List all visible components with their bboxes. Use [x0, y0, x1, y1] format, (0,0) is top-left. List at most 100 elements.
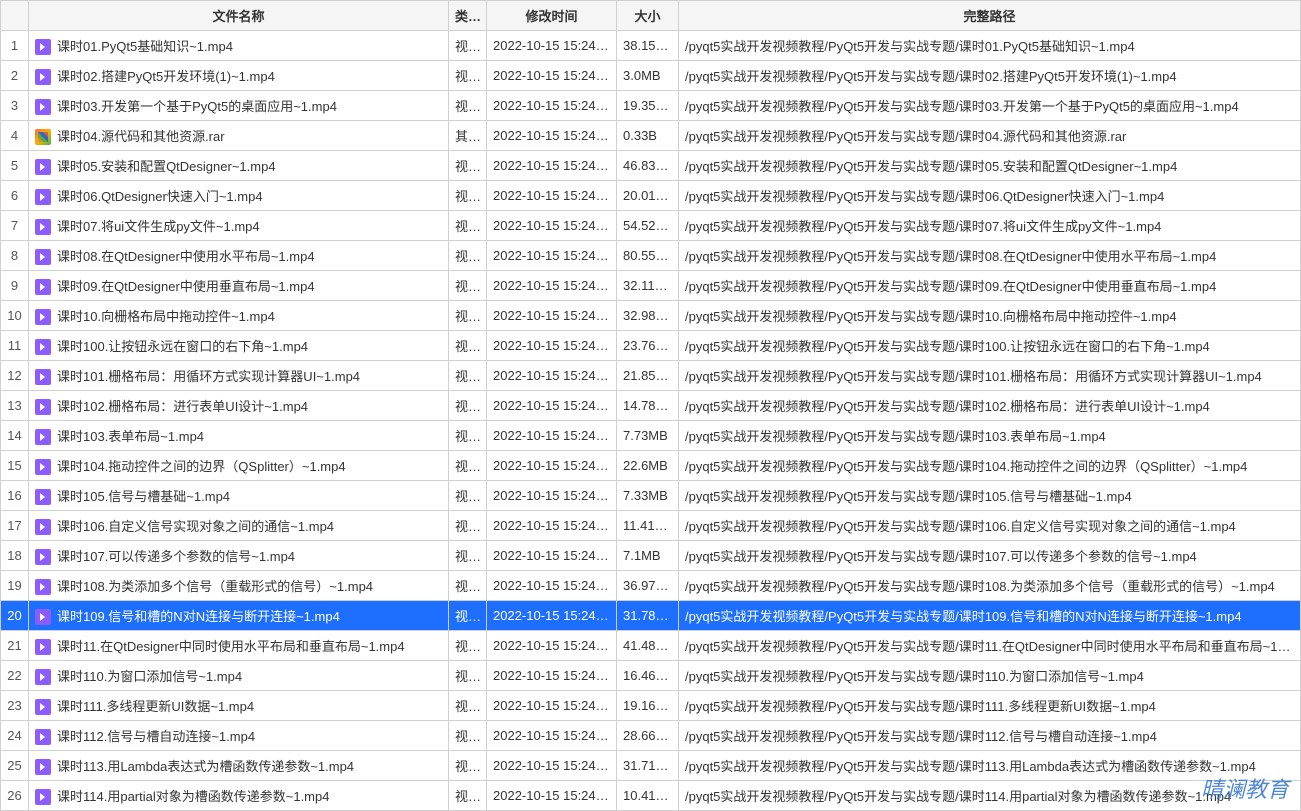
table-row[interactable]: 22课时110.为窗口添加信号~1.mp4视频2022-10-15 15:24:…	[1, 661, 1301, 691]
file-name-cell[interactable]: 课时06.QtDesigner快速入门~1.mp4	[29, 181, 449, 211]
table-row[interactable]: 24课时112.信号与槽自动连接~1.mp4视频2022-10-15 15:24…	[1, 721, 1301, 751]
row-number-header[interactable]	[1, 1, 29, 31]
table-row[interactable]: 4课时04.源代码和其他资源.rar其他2022-10-15 15:24:510…	[1, 121, 1301, 151]
table-row[interactable]: 6课时06.QtDesigner快速入门~1.mp4视频2022-10-15 1…	[1, 181, 1301, 211]
file-mtime: 2022-10-15 15:24:50	[487, 361, 617, 391]
file-size: 0.33B	[617, 121, 679, 151]
file-name-cell[interactable]: 课时03.开发第一个基于PyQt5的桌面应用~1.mp4	[29, 91, 449, 121]
file-name-cell[interactable]: 课时113.用Lambda表达式为槽函数传递参数~1.mp4	[29, 751, 449, 781]
file-name-cell[interactable]: 课时11.在QtDesigner中同时使用水平布局和垂直布局~1.mp4	[29, 631, 449, 661]
file-type: 视频	[449, 751, 487, 781]
file-mtime: 2022-10-15 15:24:50	[487, 61, 617, 91]
column-header-name[interactable]: 文件名称	[29, 1, 449, 31]
file-path: /pyqt5实战开发视频教程/PyQt5开发与实战专题/课时112.信号与槽自动…	[679, 721, 1301, 751]
video-file-icon	[35, 189, 51, 205]
row-number: 23	[1, 691, 29, 721]
table-row[interactable]: 18课时107.可以传递多个参数的信号~1.mp4视频2022-10-15 15…	[1, 541, 1301, 571]
table-row[interactable]: 3课时03.开发第一个基于PyQt5的桌面应用~1.mp4视频2022-10-1…	[1, 91, 1301, 121]
file-name-cell[interactable]: 课时114.用partial对象为槽函数传递参数~1.mp4	[29, 781, 449, 811]
file-name-cell[interactable]: 课时106.自定义信号实现对象之间的通信~1.mp4	[29, 511, 449, 541]
file-name-label: 课时05.安装和配置QtDesigner~1.mp4	[57, 159, 276, 174]
file-type: 视频	[449, 721, 487, 751]
file-mtime: 2022-10-15 15:24:50	[487, 391, 617, 421]
table-row[interactable]: 21课时11.在QtDesigner中同时使用水平布局和垂直布局~1.mp4视频…	[1, 631, 1301, 661]
file-name-cell[interactable]: 课时02.搭建PyQt5开发环境(1)~1.mp4	[29, 61, 449, 91]
table-header-row: 文件名称 类型 修改时间 大小 完整路径	[1, 1, 1301, 31]
table-row[interactable]: 12课时101.栅格布局：用循环方式实现计算器UI~1.mp4视频2022-10…	[1, 361, 1301, 391]
file-name-label: 课时103.表单布局~1.mp4	[57, 429, 204, 444]
table-row[interactable]: 15课时104.拖动控件之间的边界（QSplitter）~1.mp4视频2022…	[1, 451, 1301, 481]
file-size: 16.46MB	[617, 661, 679, 691]
row-number: 11	[1, 331, 29, 361]
file-type: 视频	[449, 241, 487, 271]
file-mtime: 2022-10-15 15:24:51	[487, 781, 617, 811]
file-name-cell[interactable]: 课时111.多线程更新UI数据~1.mp4	[29, 691, 449, 721]
table-row[interactable]: 25课时113.用Lambda表达式为槽函数传递参数~1.mp4视频2022-1…	[1, 751, 1301, 781]
file-path: /pyqt5实战开发视频教程/PyQt5开发与实战专题/课时104.拖动控件之间…	[679, 451, 1301, 481]
file-name-cell[interactable]: 课时100.让按钮永远在窗口的右下角~1.mp4	[29, 331, 449, 361]
file-name-cell[interactable]: 课时102.栅格布局：进行表单UI设计~1.mp4	[29, 391, 449, 421]
file-name-cell[interactable]: 课时103.表单布局~1.mp4	[29, 421, 449, 451]
file-type: 视频	[449, 691, 487, 721]
column-header-mtime[interactable]: 修改时间	[487, 1, 617, 31]
file-name-cell[interactable]: 课时112.信号与槽自动连接~1.mp4	[29, 721, 449, 751]
video-file-icon	[35, 99, 51, 115]
file-size: 14.78MB	[617, 391, 679, 421]
file-name-cell[interactable]: 课时05.安装和配置QtDesigner~1.mp4	[29, 151, 449, 181]
file-path: /pyqt5实战开发视频教程/PyQt5开发与实战专题/课时02.搭建PyQt5…	[679, 61, 1301, 91]
table-row[interactable]: 8课时08.在QtDesigner中使用水平布局~1.mp4视频2022-10-…	[1, 241, 1301, 271]
file-name-cell[interactable]: 课时110.为窗口添加信号~1.mp4	[29, 661, 449, 691]
row-number: 16	[1, 481, 29, 511]
table-row[interactable]: 9课时09.在QtDesigner中使用垂直布局~1.mp4视频2022-10-…	[1, 271, 1301, 301]
table-row[interactable]: 13课时102.栅格布局：进行表单UI设计~1.mp4视频2022-10-15 …	[1, 391, 1301, 421]
file-name-cell[interactable]: 课时08.在QtDesigner中使用水平布局~1.mp4	[29, 241, 449, 271]
table-row[interactable]: 19课时108.为类添加多个信号（重载形式的信号）~1.mp4视频2022-10…	[1, 571, 1301, 601]
video-file-icon	[35, 39, 51, 55]
file-name-label: 课时105.信号与槽基础~1.mp4	[57, 489, 230, 504]
column-header-size[interactable]: 大小	[617, 1, 679, 31]
file-name-label: 课时106.自定义信号实现对象之间的通信~1.mp4	[57, 519, 334, 534]
file-name-cell[interactable]: 课时104.拖动控件之间的边界（QSplitter）~1.mp4	[29, 451, 449, 481]
table-row[interactable]: 5课时05.安装和配置QtDesigner~1.mp4视频2022-10-15 …	[1, 151, 1301, 181]
table-row[interactable]: 14课时103.表单布局~1.mp4视频2022-10-15 15:24:517…	[1, 421, 1301, 451]
video-file-icon	[35, 789, 51, 805]
file-name-cell[interactable]: 课时107.可以传递多个参数的信号~1.mp4	[29, 541, 449, 571]
column-header-path[interactable]: 完整路径	[679, 1, 1301, 31]
table-row[interactable]: 17课时106.自定义信号实现对象之间的通信~1.mp4视频2022-10-15…	[1, 511, 1301, 541]
file-path: /pyqt5实战开发视频教程/PyQt5开发与实战专题/课时11.在QtDesi…	[679, 631, 1301, 661]
table-row[interactable]: 2课时02.搭建PyQt5开发环境(1)~1.mp4视频2022-10-15 1…	[1, 61, 1301, 91]
file-name-cell[interactable]: 课时09.在QtDesigner中使用垂直布局~1.mp4	[29, 271, 449, 301]
file-name-cell[interactable]: 课时01.PyQt5基础知识~1.mp4	[29, 31, 449, 61]
video-file-icon	[35, 339, 51, 355]
row-number: 9	[1, 271, 29, 301]
table-row[interactable]: 7课时07.将ui文件生成py文件~1.mp4视频2022-10-15 15:2…	[1, 211, 1301, 241]
table-row[interactable]: 20课时109.信号和槽的N对N连接与断开连接~1.mp4视频2022-10-1…	[1, 601, 1301, 631]
file-type: 视频	[449, 541, 487, 571]
table-row[interactable]: 23课时111.多线程更新UI数据~1.mp4视频2022-10-15 15:2…	[1, 691, 1301, 721]
table-row[interactable]: 11课时100.让按钮永远在窗口的右下角~1.mp4视频2022-10-15 1…	[1, 331, 1301, 361]
file-name-cell[interactable]: 课时07.将ui文件生成py文件~1.mp4	[29, 211, 449, 241]
file-mtime: 2022-10-15 15:24:49	[487, 631, 617, 661]
file-path: /pyqt5实战开发视频教程/PyQt5开发与实战专题/课时110.为窗口添加信…	[679, 661, 1301, 691]
video-file-icon	[35, 459, 51, 475]
file-name-cell[interactable]: 课时105.信号与槽基础~1.mp4	[29, 481, 449, 511]
table-row[interactable]: 16课时105.信号与槽基础~1.mp4视频2022-10-15 15:24:5…	[1, 481, 1301, 511]
row-number: 1	[1, 31, 29, 61]
table-row[interactable]: 1课时01.PyQt5基础知识~1.mp4视频2022-10-15 15:24:…	[1, 31, 1301, 61]
file-mtime: 2022-10-15 15:24:50	[487, 91, 617, 121]
file-name-cell[interactable]: 课时109.信号和槽的N对N连接与断开连接~1.mp4	[29, 601, 449, 631]
file-size: 10.41MB	[617, 781, 679, 811]
column-header-type[interactable]: 类型	[449, 1, 487, 31]
table-row[interactable]: 26课时114.用partial对象为槽函数传递参数~1.mp4视频2022-1…	[1, 781, 1301, 811]
video-file-icon	[35, 369, 51, 385]
file-path: /pyqt5实战开发视频教程/PyQt5开发与实战专题/课时108.为类添加多个…	[679, 571, 1301, 601]
table-row[interactable]: 10课时10.向栅格布局中拖动控件~1.mp4视频2022-10-15 15:2…	[1, 301, 1301, 331]
file-name-cell[interactable]: 课时04.源代码和其他资源.rar	[29, 121, 449, 151]
file-name-cell[interactable]: 课时101.栅格布局：用循环方式实现计算器UI~1.mp4	[29, 361, 449, 391]
row-number: 2	[1, 61, 29, 91]
file-name-cell[interactable]: 课时108.为类添加多个信号（重载形式的信号）~1.mp4	[29, 571, 449, 601]
file-name-label: 课时101.栅格布局：用循环方式实现计算器UI~1.mp4	[57, 369, 360, 384]
video-file-icon	[35, 399, 51, 415]
file-size: 7.1MB	[617, 541, 679, 571]
file-name-cell[interactable]: 课时10.向栅格布局中拖动控件~1.mp4	[29, 301, 449, 331]
